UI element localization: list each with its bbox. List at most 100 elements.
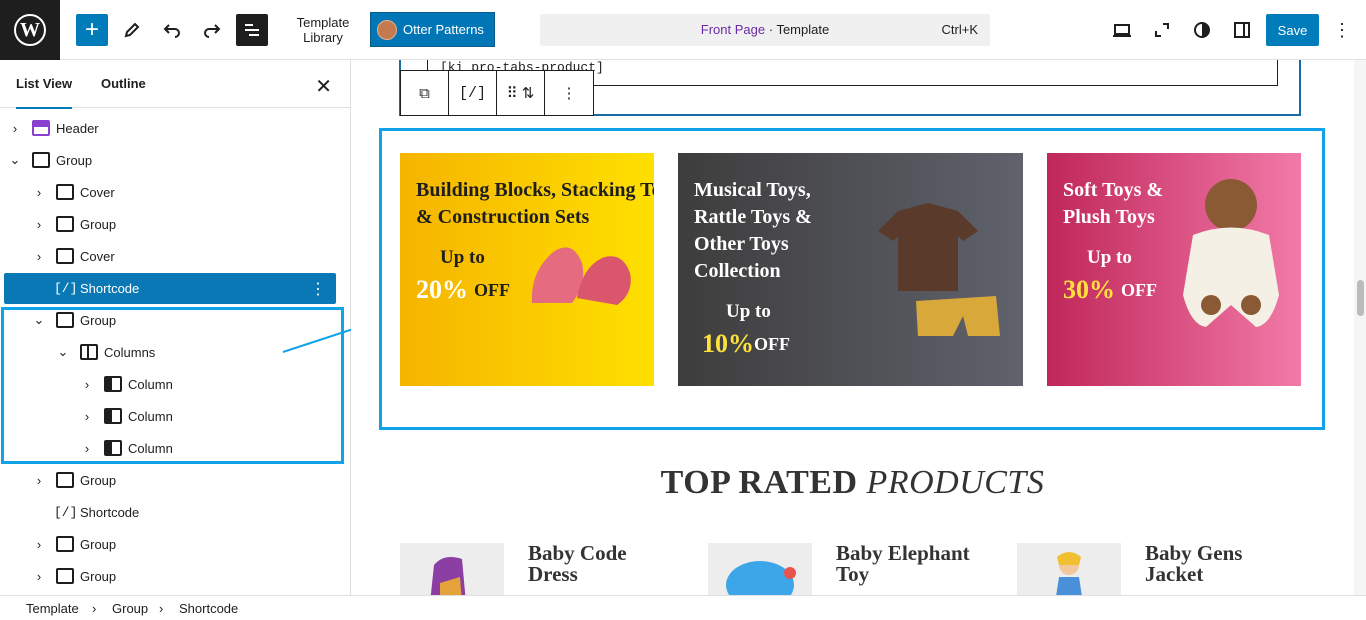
chevron-right-icon[interactable]: › <box>32 217 46 232</box>
promo-title: Musical Toys, Rattle Toys & Other Toys C… <box>694 179 812 282</box>
product-image <box>1017 543 1121 595</box>
chevron-right-icon[interactable]: › <box>8 121 22 136</box>
list-item-header[interactable]: › Header <box>4 114 336 142</box>
list-item-label: Group <box>80 472 117 488</box>
more-options-icon[interactable]: ⋮ <box>545 71 593 115</box>
template-part-icon <box>32 120 50 136</box>
chevron-right-icon[interactable]: › <box>32 249 46 264</box>
list-item-group[interactable]: › Group <box>4 562 336 590</box>
product-card[interactable]: Baby Gens Jacket <box>1017 543 1307 595</box>
template-library-button[interactable]: Template Library <box>290 15 356 45</box>
product-image <box>400 543 504 595</box>
parent-block-icon[interactable]: ⧉ <box>401 71 449 115</box>
chevron-right-icon[interactable]: › <box>32 569 46 584</box>
fullscreen-icon[interactable] <box>1146 14 1178 46</box>
promo-up-to: Up to <box>726 301 771 322</box>
command-palette-bar[interactable]: Front Page · Template Ctrl+K <box>540 14 990 46</box>
section-title-main: TOP RATED <box>660 464 858 501</box>
breadcrumb-item[interactable]: Template <box>26 601 79 616</box>
chevron-right-icon: › <box>159 601 164 616</box>
list-item-label: Group <box>80 536 117 552</box>
list-item-label: Group <box>80 216 117 232</box>
section-title-italic: PRODUCTS <box>866 464 1045 501</box>
chevron-right-icon: › <box>92 601 97 616</box>
product-card[interactable]: Baby Code Dress <box>400 543 690 595</box>
product-card[interactable]: Baby Elephant Toy <box>708 543 998 595</box>
more-options-icon[interactable]: ⋮ <box>310 279 326 299</box>
list-item-group[interactable]: › Group <box>4 466 336 494</box>
save-button[interactable]: Save <box>1266 14 1319 46</box>
list-item-shortcode[interactable]: [/] Shortcode <box>4 498 336 526</box>
list-item-label: Cover <box>80 248 115 264</box>
document-overview-button[interactable] <box>236 14 268 46</box>
shortcode-icon: [/] <box>54 281 78 296</box>
tab-outline[interactable]: Outline <box>101 60 146 108</box>
kids-outfit-image <box>878 203 1000 336</box>
group-icon <box>56 472 74 488</box>
editor-canvas: [ki pro-tabs-product] ⧉ [/] ⠿ ⇅ ⋮ Buildi… <box>351 60 1354 595</box>
sidebar-tabs: List View Outline ✕ <box>0 60 350 109</box>
redo-icon[interactable] <box>196 14 228 46</box>
list-item-label: Shortcode <box>80 504 140 520</box>
chevron-right-icon[interactable]: › <box>32 537 46 552</box>
baby-shoes-image <box>531 247 631 305</box>
promo-off: OFF <box>474 280 510 300</box>
wordpress-logo-icon[interactable]: W <box>0 0 60 60</box>
product-name[interactable]: Baby Code Dress <box>528 543 627 585</box>
product-image <box>708 543 812 595</box>
product-name[interactable]: Baby Elephant Toy <box>836 543 970 585</box>
breadcrumb-item[interactable]: Group <box>112 601 148 616</box>
promo-title: Building Blocks, Stacking To & Construct… <box>416 179 654 228</box>
tab-list-view[interactable]: List View <box>16 60 73 109</box>
promo-up-to: Up to <box>440 247 485 268</box>
cover-icon <box>56 248 74 264</box>
bear-plush-image <box>1183 179 1279 327</box>
list-item-group[interactable]: › Group <box>4 210 336 238</box>
shortcode-icon: [/] <box>54 504 78 520</box>
style-contrast-icon[interactable] <box>1186 14 1218 46</box>
group-icon <box>56 216 74 232</box>
undo-icon[interactable] <box>156 14 188 46</box>
otter-avatar-icon <box>377 19 397 40</box>
list-item-label: Group <box>56 152 93 168</box>
promo-card-building-blocks[interactable]: Building Blocks, Stacking To & Construct… <box>400 153 654 386</box>
promo-off: OFF <box>754 334 790 354</box>
drag-move-icon[interactable]: ⠿ ⇅ <box>497 71 545 115</box>
promo-card-soft-toys[interactable]: Soft Toys & Plush Toys Up to 30% OFF <box>1047 153 1301 386</box>
settings-sidebar-icon[interactable] <box>1226 14 1258 46</box>
chevron-right-icon[interactable]: › <box>32 185 46 200</box>
breadcrumb: Template › Group › Shortcode <box>0 595 1366 620</box>
list-item-label: Group <box>80 568 117 584</box>
group-icon <box>56 536 74 552</box>
list-item-cover[interactable]: › Cover <box>4 178 336 206</box>
add-block-button[interactable]: + <box>76 14 108 46</box>
document-title: Front Page · Template <box>540 22 990 37</box>
page-name: Front Page <box>700 22 766 37</box>
list-item-label: Shortcode <box>80 281 140 296</box>
chevron-right-icon[interactable]: › <box>32 473 46 488</box>
list-item-group[interactable]: › Group <box>4 530 336 558</box>
list-item-group[interactable]: ⌄ Group <box>4 146 336 174</box>
otter-patterns-label: Otter Patterns <box>403 22 484 37</box>
promo-columns-group[interactable]: Building Blocks, Stacking To & Construct… <box>379 128 1325 430</box>
desktop-preview-icon[interactable] <box>1106 14 1138 46</box>
product-name[interactable]: Baby Gens Jacket <box>1145 543 1242 585</box>
promo-title: Soft Toys & Plush Toys <box>1063 179 1164 228</box>
chevron-down-icon[interactable]: ⌄ <box>8 152 22 168</box>
promo-card-musical-toys[interactable]: Musical Toys, Rattle Toys & Other Toys C… <box>678 153 1023 386</box>
promo-off: OFF <box>1121 280 1157 300</box>
pencil-tools-icon[interactable] <box>116 14 148 46</box>
otter-patterns-button[interactable]: Otter Patterns <box>370 12 495 47</box>
scrollbar-thumb[interactable] <box>1357 280 1364 316</box>
list-item-cover[interactable]: › Cover <box>4 242 336 270</box>
more-options-icon[interactable]: ⋮ <box>1326 14 1358 46</box>
promo-percent: 10% <box>702 329 754 358</box>
editor-scrollbar[interactable] <box>1354 60 1366 595</box>
shortcode-icon[interactable]: [/] <box>449 71 497 115</box>
section-title: TOP RATED PRODUCTS <box>351 464 1354 502</box>
list-item-label: Cover <box>80 184 115 200</box>
promo-up-to: Up to <box>1087 247 1132 268</box>
breadcrumb-item[interactable]: Shortcode <box>179 601 238 616</box>
close-icon[interactable]: ✕ <box>315 74 332 99</box>
promo-percent: 20% <box>416 275 468 304</box>
